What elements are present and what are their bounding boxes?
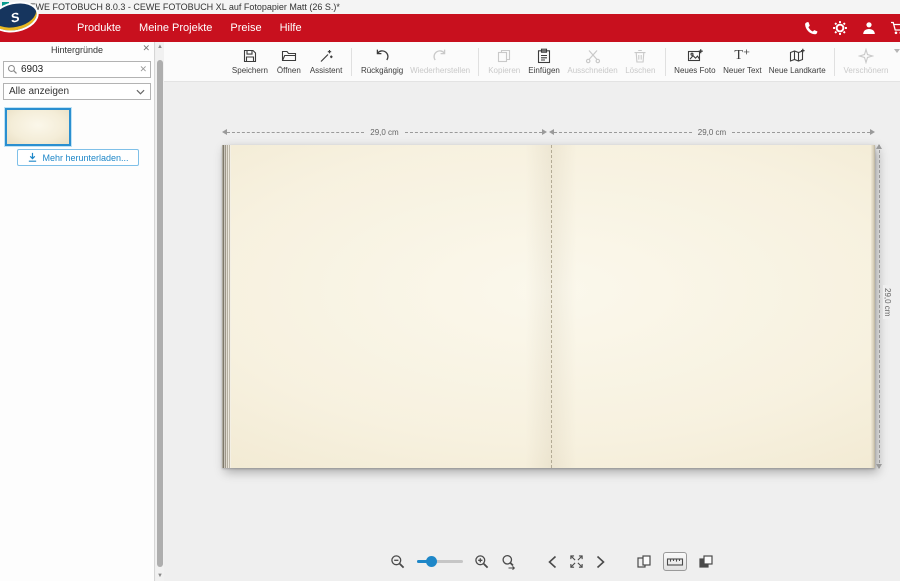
undo-icon xyxy=(374,48,390,64)
backgrounds-panel: Hintergründe ✕ ✕ Alle anzeigen Mehr heru… xyxy=(0,42,155,581)
undo-button[interactable]: Rückgängig xyxy=(357,46,407,77)
title-bar: CEWE FOTOBUCH 8.0.3 - CEWE FOTOBUCH XL a… xyxy=(0,0,900,14)
page-fold-line xyxy=(551,145,552,468)
filter-value: Alle anzeigen xyxy=(9,86,69,97)
beautify-dropdown-icon[interactable] xyxy=(894,49,900,53)
save-icon xyxy=(242,48,258,64)
trash-icon xyxy=(632,48,648,64)
save-button[interactable]: Speichern xyxy=(228,46,272,77)
chevron-down-icon xyxy=(136,89,145,95)
measure-label-left: 29,0 cm xyxy=(364,128,404,137)
new-text-icon: T⁺ xyxy=(734,48,750,64)
window-title: CEWE FOTOBUCH 8.0.3 - CEWE FOTOBUCH XL a… xyxy=(23,2,340,12)
ruler-top-left: 29,0 cm xyxy=(222,127,547,137)
toolbar-separator xyxy=(834,48,835,76)
clear-icon[interactable]: ✕ xyxy=(139,64,147,75)
background-filter-select[interactable]: Alle anzeigen xyxy=(3,83,151,100)
fullscreen-icon[interactable] xyxy=(569,554,584,569)
assistant-button[interactable]: Assistent xyxy=(306,46,346,77)
background-thumbnail-selected[interactable] xyxy=(5,108,71,146)
photobook-spread xyxy=(222,145,875,468)
menu-meine-projekte[interactable]: Meine Projekte xyxy=(139,22,212,34)
new-map-icon xyxy=(789,48,805,64)
phone-icon[interactable] xyxy=(803,20,819,36)
ruler-toggle[interactable] xyxy=(663,552,687,571)
scroll-up-icon[interactable]: ▲ xyxy=(156,44,164,50)
user-icon[interactable] xyxy=(861,20,877,36)
new-text-button[interactable]: T⁺ Neuer Text xyxy=(719,46,765,77)
search-input[interactable] xyxy=(21,64,136,75)
delete-button: Löschen xyxy=(621,46,659,77)
cut-button: Ausschneiden xyxy=(564,46,621,77)
zoom-out-icon[interactable] xyxy=(390,554,406,570)
book-pages[interactable] xyxy=(231,145,871,468)
zoom-slider[interactable] xyxy=(417,560,463,563)
copy-button: Kopieren xyxy=(484,46,524,77)
measure-line xyxy=(732,132,870,133)
close-icon[interactable]: ✕ xyxy=(142,43,150,54)
scissors-icon xyxy=(585,48,601,64)
new-photo-button[interactable]: Neues Foto xyxy=(670,46,719,77)
menu-hilfe[interactable]: Hilfe xyxy=(280,22,302,34)
measure-line xyxy=(554,132,692,133)
paste-icon xyxy=(536,48,552,64)
scroll-down-icon[interactable]: ▼ xyxy=(156,573,164,579)
ruler-right-line xyxy=(879,145,880,468)
redo-button: Wiederherstellen xyxy=(407,46,473,77)
paste-button[interactable]: Einfügen xyxy=(524,46,564,77)
panel-title: Hintergründe xyxy=(51,45,103,55)
toolbar-separator xyxy=(351,48,352,76)
book-edge-right xyxy=(871,145,875,468)
new-map-button[interactable]: Neue Landkarte xyxy=(765,46,828,77)
chevron-right-icon[interactable] xyxy=(595,555,606,569)
measure-label-side: 29,0 cm xyxy=(883,285,892,319)
ruler-top-right: 29,0 cm xyxy=(549,127,875,137)
redo-icon xyxy=(432,48,448,64)
measure-line xyxy=(227,132,364,133)
ruler-icon xyxy=(666,556,684,568)
measure-label-right: 29,0 cm xyxy=(692,128,732,137)
double-page-icon[interactable] xyxy=(636,554,652,570)
toolbar-separator xyxy=(665,48,666,76)
book-spine xyxy=(222,145,231,468)
download-icon xyxy=(27,152,38,163)
pages-overview-icon[interactable] xyxy=(698,554,714,570)
zoom-fit-icon[interactable] xyxy=(501,554,517,570)
app-window: CEWE FOTOBUCH 8.0.3 - CEWE FOTOBUCH XL a… xyxy=(0,0,900,581)
zoom-in-icon[interactable] xyxy=(474,554,490,570)
zoom-slider-thumb[interactable] xyxy=(426,556,437,567)
sidebar-scrollbar: ▲ ▼ xyxy=(156,42,164,581)
sparkle-icon xyxy=(858,48,874,64)
download-more-label: Mehr herunterladen... xyxy=(42,153,128,163)
magic-wand-icon xyxy=(318,48,334,64)
scrollbar-thumb[interactable] xyxy=(157,60,163,567)
bottom-controls xyxy=(184,552,900,571)
cart-icon[interactable] xyxy=(890,20,900,36)
main-toolbar: Speichern Öffnen Assistent Rückgängig xyxy=(164,42,900,82)
editor-canvas: 29,0 cm 29,0 cm 29,0 cm xyxy=(164,82,900,581)
background-search: ✕ xyxy=(3,61,151,78)
gear-icon[interactable] xyxy=(832,20,848,36)
measure-line xyxy=(405,132,542,133)
toolbar-separator xyxy=(478,48,479,76)
brand-logo-text: S xyxy=(9,9,21,25)
new-photo-icon xyxy=(687,48,703,64)
copy-icon xyxy=(496,48,512,64)
menu-bar: Produkte Meine Projekte Preise Hilfe xyxy=(0,14,900,42)
menu-icon-group xyxy=(803,14,900,42)
download-more-button[interactable]: Mehr herunterladen... xyxy=(17,149,139,166)
open-button[interactable]: Öffnen xyxy=(272,46,306,77)
menu-preise[interactable]: Preise xyxy=(230,22,261,34)
menu-items: Produkte Meine Projekte Preise Hilfe xyxy=(77,14,302,42)
panel-header: Hintergründe ✕ xyxy=(0,42,154,58)
menu-produkte[interactable]: Produkte xyxy=(77,22,121,34)
search-icon xyxy=(7,64,18,75)
beautify-button: Verschönern xyxy=(840,46,892,77)
folder-icon xyxy=(281,48,297,64)
chevron-left-icon[interactable] xyxy=(547,555,558,569)
